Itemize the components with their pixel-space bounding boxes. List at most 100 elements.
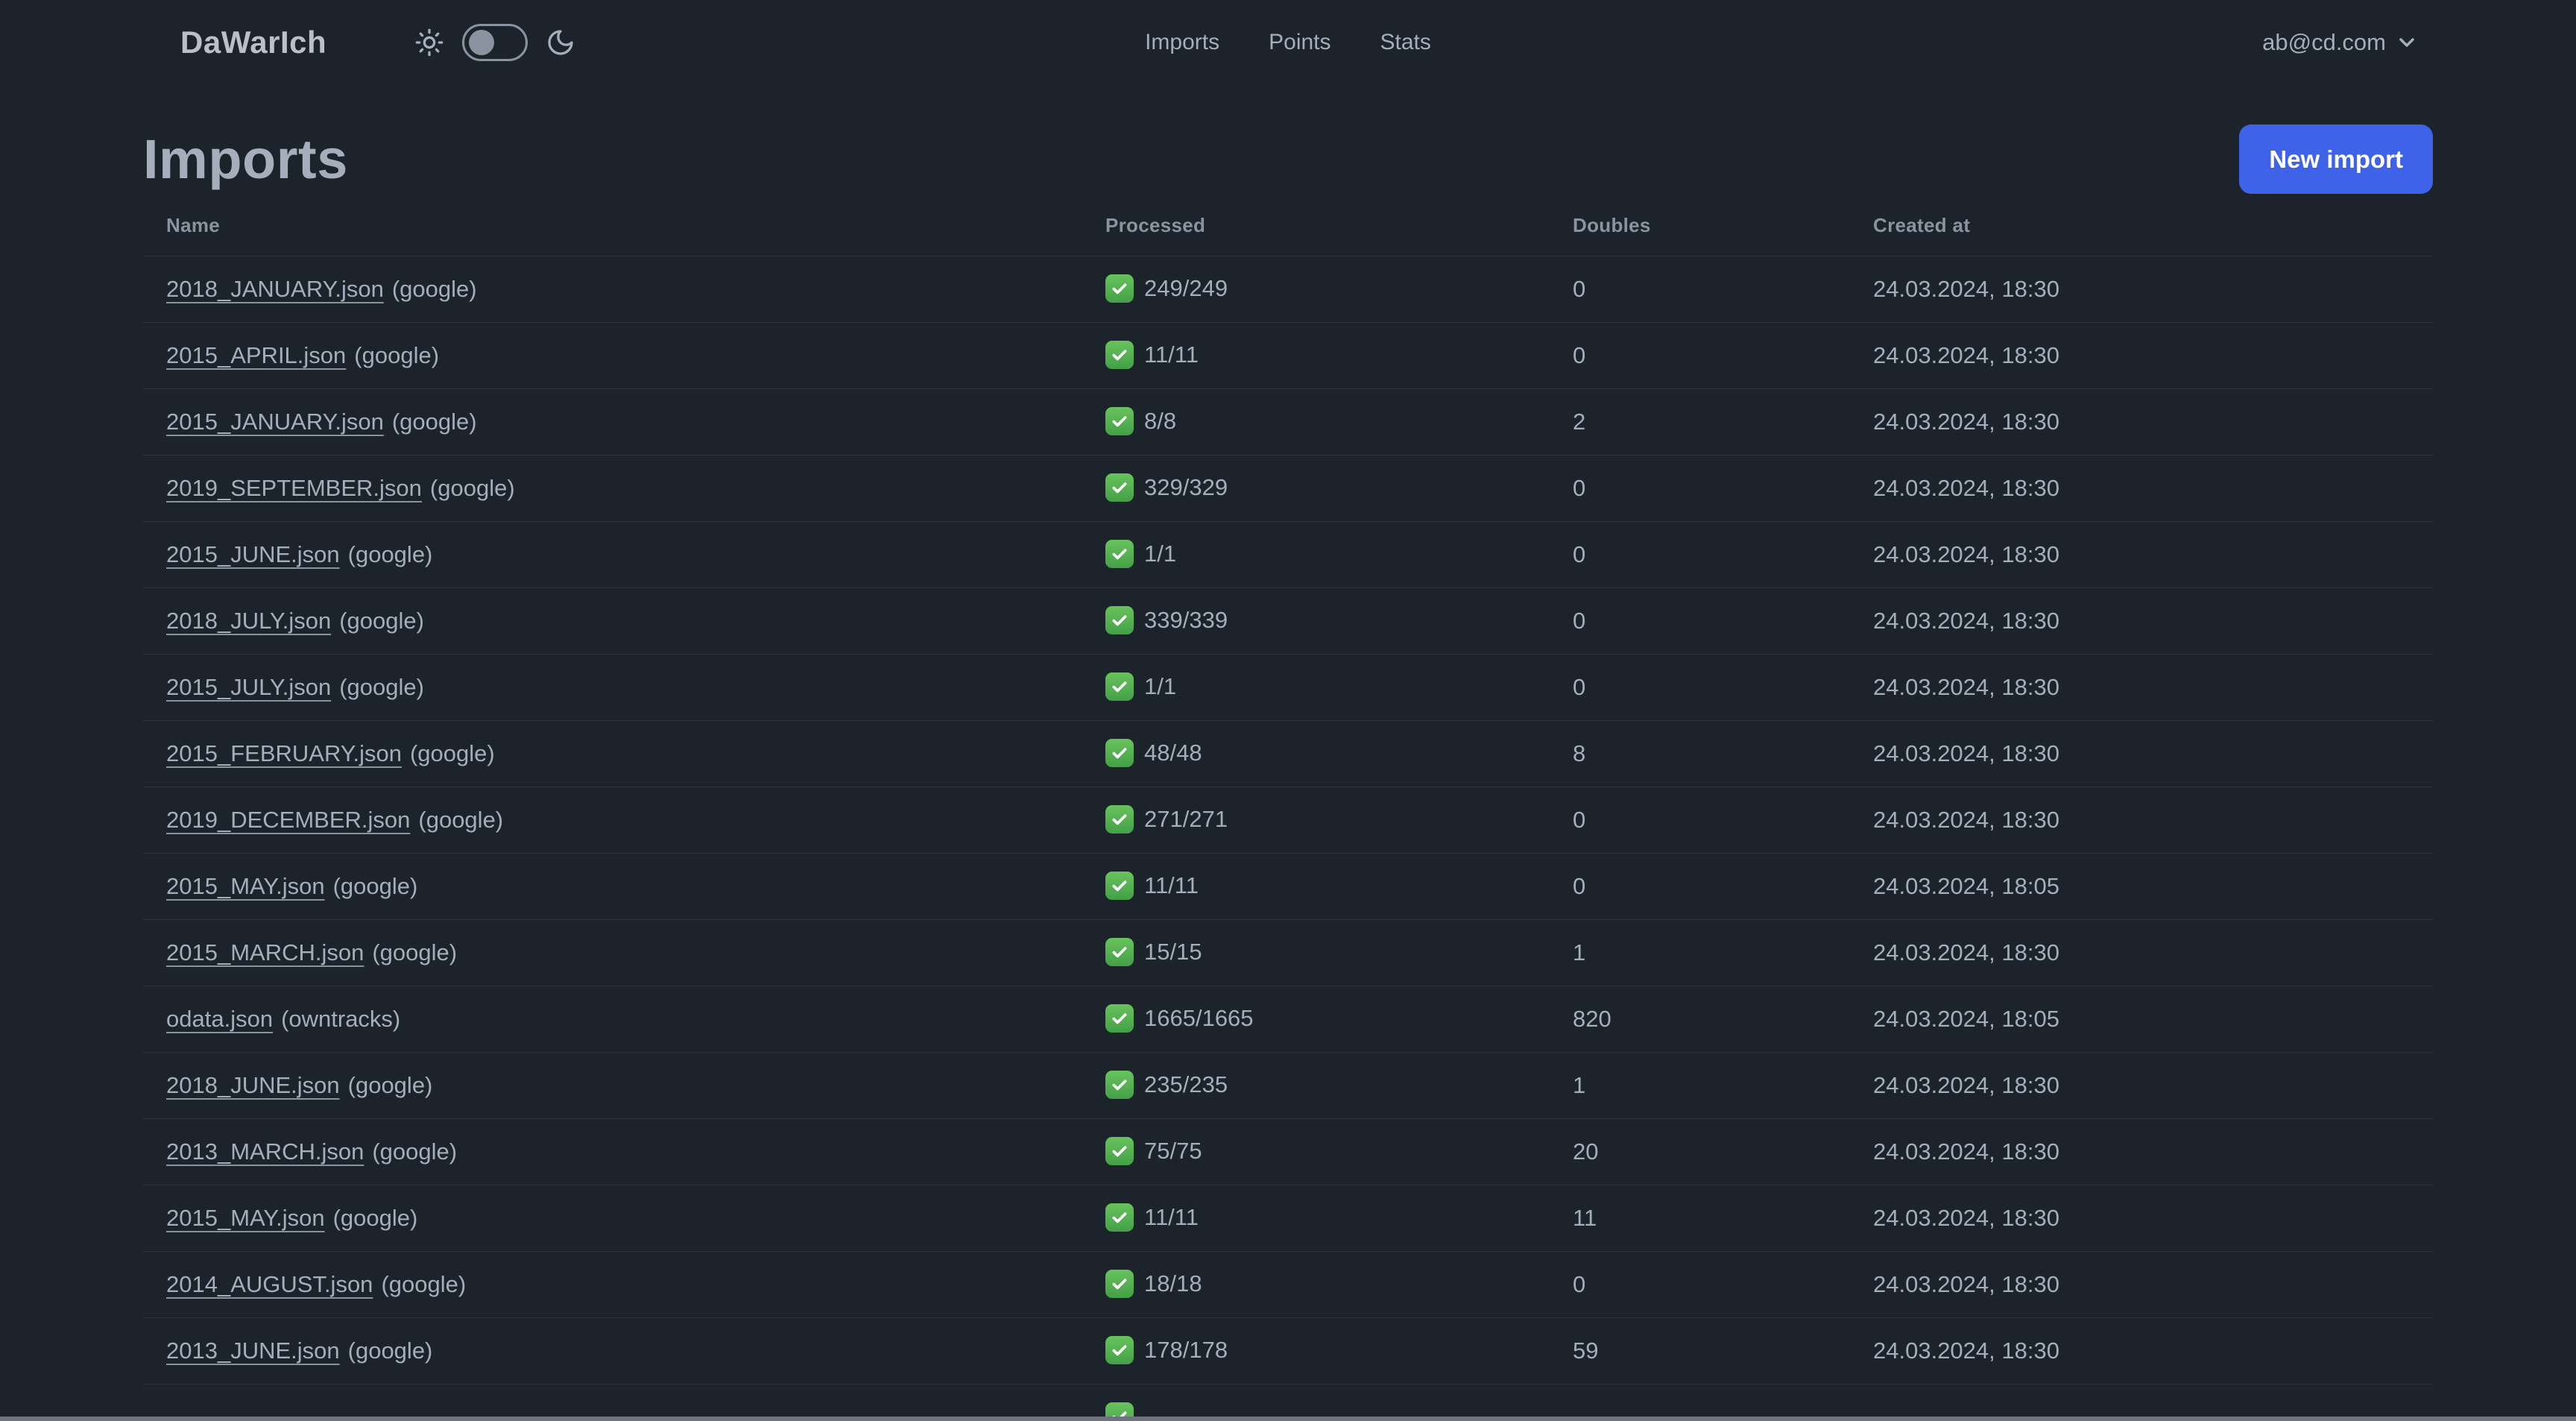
name-cell: 2015_MARCH.json (google) [143,919,1088,986]
created-at-cell: 24.03.2024, 18:30 [1856,455,2433,522]
table-row: 2015_FEBRUARY.json (google) 48/48 8 24.03… [143,720,2433,787]
name-cell: 2013_MARCH.json (google) [143,1118,1088,1185]
sun-icon [414,28,444,57]
processed-cell: 1665/1665 [1088,986,1556,1053]
import-source-label: (google) [354,342,440,368]
success-check-icon [1105,1071,1134,1099]
created-at-cell: 24.03.2024, 18:05 [1856,853,2433,920]
processed-count: 329/329 [1144,474,1228,500]
created-at-cell: 24.03.2024, 18:30 [1856,787,2433,854]
processed-count: 11/11 [1144,1204,1199,1230]
import-file-link[interactable]: 2019_DECEMBER.json [166,807,410,833]
created-at-value: 24.03.2024, 18:30 [1873,1138,2059,1165]
import-file-link[interactable]: 2015_MARCH.json [166,939,364,965]
import-file-link[interactable]: 2015_APRIL.json [166,342,346,368]
import-source-label: (google) [429,475,515,501]
import-file-link[interactable]: 2015_FEBRUARY.json [166,740,402,766]
doubles-count: 11 [1573,1205,1597,1231]
processed-count: 75/75 [1144,1138,1202,1164]
processed-cell: 1/1 [1088,654,1556,721]
import-file-link[interactable]: 2014_AUGUST.json [166,1271,373,1297]
processed-count: 11/11 [1144,872,1199,898]
table-row: 2015_JUNE.json (google) 1/1 0 24.03.2024,… [143,521,2433,588]
doubles-cell: 1 [1556,1052,1856,1119]
processed-cell: 235/235 [1088,1052,1556,1119]
created-at-value: 24.03.2024, 18:30 [1873,1205,2059,1231]
table-row: 2015_MAY.json (google) 11/11 0 24.03.2024… [143,853,2433,920]
created-at-value: 24.03.2024, 18:30 [1873,608,2059,634]
theme-toggle[interactable] [462,24,528,61]
column-header-created-at: Created at [1856,194,2433,256]
created-at-cell: 24.03.2024, 18:30 [1856,322,2433,389]
processed-count: 178/178 [1144,1337,1228,1363]
table-row: 2018_JANUARY.json (google) 249/249 0 24.0… [143,256,2433,323]
success-check-icon [1105,1336,1134,1364]
processed-cell: 8/8 [1088,388,1556,456]
doubles-count: 0 [1573,1271,1586,1297]
processed-cell: 178/178 [1088,1317,1556,1384]
processed-cell: 11/11 [1088,853,1556,920]
processed-count: 235/235 [1144,1071,1228,1097]
import-source-label: (google) [391,276,477,302]
success-check-icon [1105,1270,1134,1298]
name-cell: 2015_MAY.json (google) [143,853,1088,920]
import-file-link[interactable]: 2015_MAY.json [166,1205,325,1231]
chevron-down-icon [2395,31,2419,54]
horizontal-scrollbar[interactable] [0,1417,2576,1421]
doubles-count: 8 [1573,740,1586,766]
success-check-icon [1105,341,1134,369]
doubles-cell [1556,1384,1856,1421]
doubles-cell: 0 [1556,521,1856,588]
table-row: odata.json (owntracks) 1665/1665 820 24.0… [143,986,2433,1053]
import-file-link[interactable]: 2019_SEPTEMBER.json [166,475,422,501]
processed-count: 1/1 [1144,541,1177,567]
created-at-cell: 24.03.2024, 18:30 [1856,720,2433,787]
doubles-cell: 0 [1556,322,1856,389]
doubles-cell: 11 [1556,1185,1856,1252]
nav-link-points[interactable]: Points [1269,30,1330,55]
created-at-cell: 24.03.2024, 18:30 [1856,256,2433,323]
doubles-count: 0 [1573,475,1586,501]
import-file-link[interactable]: 2015_JANUARY.json [166,409,384,435]
created-at-cell: 24.03.2024, 18:30 [1856,1118,2433,1185]
import-file-link[interactable]: odata.json [166,1006,273,1032]
import-file-link[interactable]: 2018_JUNE.json [166,1072,340,1098]
table-row: 2019_SEPTEMBER.json (google) 329/329 0 24… [143,455,2433,522]
import-file-link[interactable]: 2015_JULY.json [166,674,331,700]
account-menu[interactable]: ab@cd.com [2262,29,2419,56]
created-at-value: 24.03.2024, 18:30 [1873,475,2059,501]
app-brand[interactable]: DaWarIch [180,25,326,60]
import-source-label: (google) [347,1337,433,1364]
table-row: 2015_MARCH.json (google) 15/15 1 24.03.20… [143,919,2433,986]
import-file-link[interactable]: 2013_MARCH.json [166,1138,364,1165]
doubles-cell: 20 [1556,1118,1856,1185]
processed-cell: 48/48 [1088,720,1556,787]
table-row: 2015_APRIL.json (google) 11/11 0 24.03.20… [143,322,2433,389]
success-check-icon [1105,274,1134,303]
nav-link-imports[interactable]: Imports [1145,30,1219,55]
doubles-cell: 1 [1556,919,1856,986]
import-file-link[interactable]: 2015_JUNE.json [166,541,340,567]
created-at-value: 24.03.2024, 18:30 [1873,1271,2059,1297]
success-check-icon [1105,805,1134,834]
processed-count: 18/18 [1144,1270,1202,1296]
import-file-link[interactable]: 2018_JULY.json [166,608,331,634]
name-cell: 2015_FEBRUARY.json (google) [143,720,1088,787]
imports-table: Name Processed Doubles Created at 2018_J… [143,194,2433,1421]
processed-cell: 271/271 [1088,787,1556,854]
import-file-link[interactable]: 2013_JUNE.json [166,1337,340,1364]
import-file-link[interactable]: 2018_JANUARY.json [166,276,384,302]
name-cell: 2018_JUNE.json (google) [143,1052,1088,1119]
new-import-button[interactable]: New import [2239,125,2433,194]
table-row: 2018_JULY.json (google) 339/339 0 24.03.2… [143,587,2433,655]
processed-count: 249/249 [1144,275,1228,301]
name-cell: 2015_JULY.json (google) [143,654,1088,721]
page-title: Imports [143,127,348,190]
import-file-link[interactable]: 2015_MAY.json [166,873,325,899]
name-cell: 2015_JUNE.json (google) [143,521,1088,588]
table-row: 2013_MARCH.json (google) 75/75 20 24.03.2… [143,1118,2433,1185]
created-at-cell: 24.03.2024, 18:30 [1856,587,2433,655]
table-row: 2015_MAY.json (google) 11/11 11 24.03.202… [143,1185,2433,1252]
nav-link-stats[interactable]: Stats [1380,30,1431,55]
processed-cell: 11/11 [1088,322,1556,389]
